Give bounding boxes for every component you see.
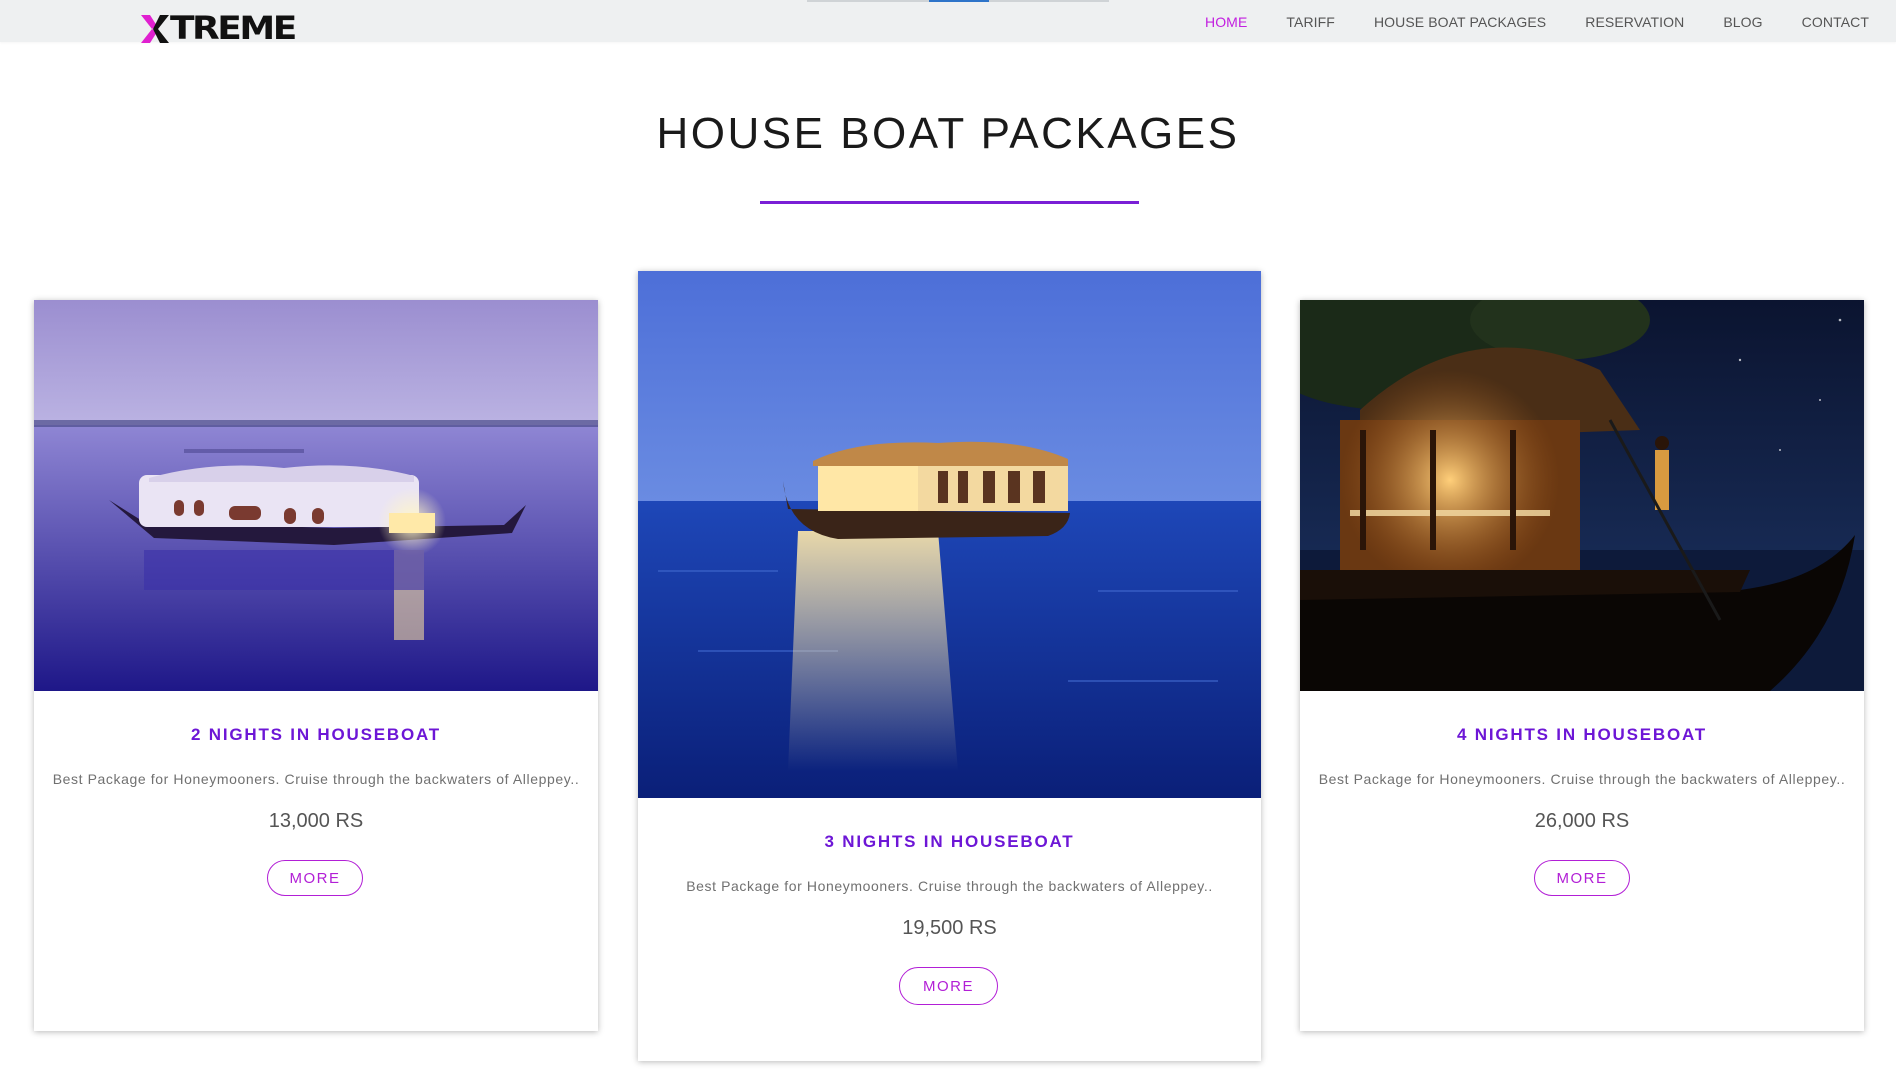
more-button[interactable]: MORE	[1534, 860, 1630, 896]
package-card-4-nights: 4 NIGHTS IN HOUSEBOAT Best Package for H…	[1300, 300, 1864, 1031]
more-button[interactable]: MORE	[899, 967, 998, 1005]
package-price: 19,500 RS	[902, 917, 997, 939]
top-indicator-gray	[807, 0, 929, 2]
nav-blog[interactable]: BLOG	[1704, 14, 1782, 30]
main-nav: HOME TARIFF HOUSE BOAT PACKAGES RESERVAT…	[1185, 0, 1869, 44]
nav-contact[interactable]: CONTACT	[1782, 14, 1869, 30]
section-title: HOUSE BOAT PACKAGES	[656, 109, 1240, 158]
more-button[interactable]: MORE	[267, 860, 363, 896]
package-description: Best Package for Honeymooners. Cruise th…	[52, 771, 580, 787]
top-indicator-gray-right	[989, 0, 1109, 2]
package-title: 2 NIGHTS IN HOUSEBOAT	[190, 725, 441, 744]
houseboat-sunset-image	[34, 300, 598, 691]
package-price: 26,000 RS	[1534, 810, 1630, 832]
logo-x-icon	[141, 15, 169, 43]
nav-home[interactable]: HOME	[1185, 14, 1266, 30]
nav-house-boat-packages[interactable]: HOUSE BOAT PACKAGES	[1354, 14, 1565, 30]
nav-tariff[interactable]: TARIFF	[1267, 14, 1355, 30]
navbar: TREME HOME TARIFF HOUSE BOAT PACKAGES RE…	[0, 0, 1896, 45]
houseboat-night-image	[1300, 300, 1864, 691]
package-title: 3 NIGHTS IN HOUSEBOAT	[824, 832, 1075, 851]
package-price: 13,000 RS	[268, 810, 364, 832]
title-underline	[760, 201, 1139, 204]
package-card-2-nights: 2 NIGHTS IN HOUSEBOAT Best Package for H…	[34, 300, 598, 1031]
package-title: 4 NIGHTS IN HOUSEBOAT	[1456, 725, 1707, 744]
package-description: Best Package for Honeymooners. Cruise th…	[1318, 771, 1846, 787]
package-card-3-nights: 3 NIGHTS IN HOUSEBOAT Best Package for H…	[638, 271, 1261, 1061]
brand-logo[interactable]: TREME	[141, 10, 297, 48]
top-indicator-blue	[929, 0, 989, 2]
package-description: Best Package for Honeymooners. Cruise th…	[686, 878, 1213, 894]
nav-reservation[interactable]: RESERVATION	[1566, 14, 1704, 30]
houseboat-blue-water-image	[638, 271, 1261, 798]
logo-text: TREME	[170, 10, 297, 48]
